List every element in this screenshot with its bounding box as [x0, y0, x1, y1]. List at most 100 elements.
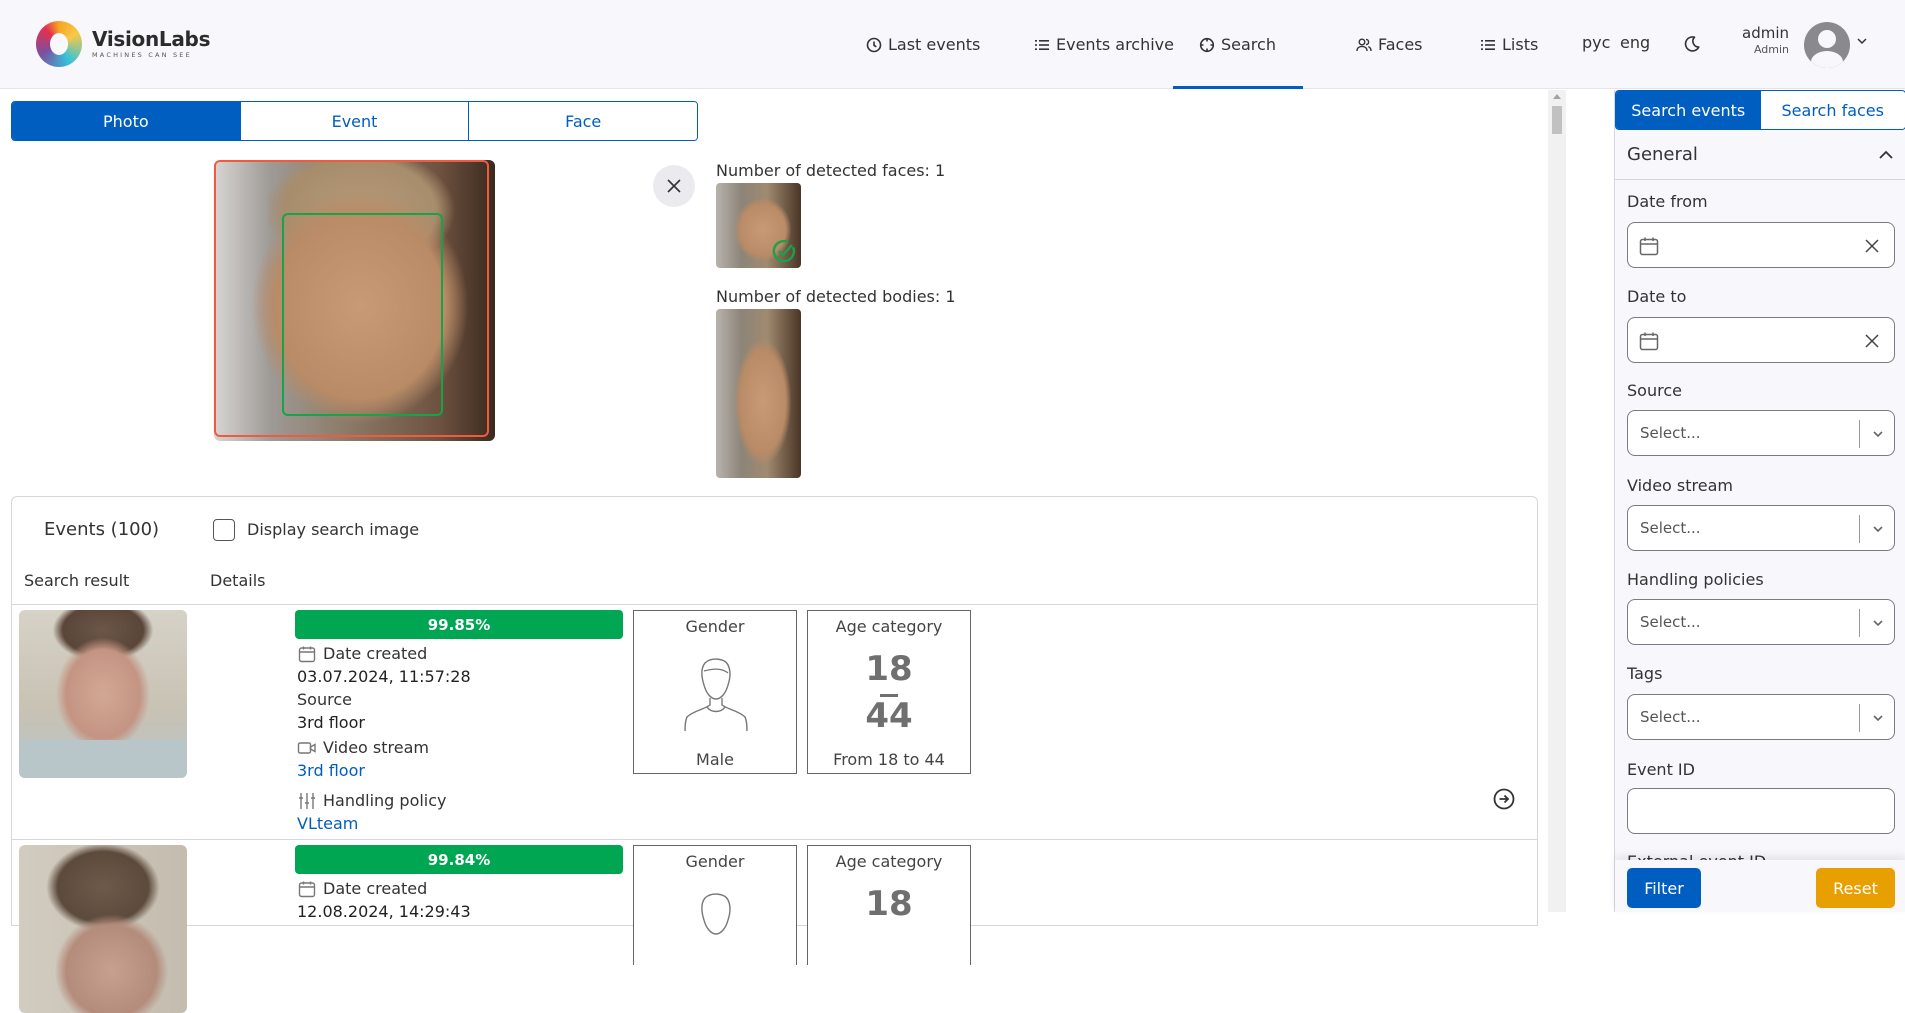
event-id-input[interactable]: [1627, 788, 1895, 834]
filter-button[interactable]: Filter: [1627, 868, 1701, 908]
user-info[interactable]: admin Admin: [1742, 24, 1789, 57]
lang-ru[interactable]: рус: [1582, 33, 1610, 52]
list-icon: [1034, 37, 1050, 53]
scroll-up-arrow[interactable]: [1553, 94, 1561, 99]
source-select[interactable]: Select...: [1627, 410, 1895, 456]
nav-events-archive[interactable]: Events archive: [1034, 0, 1174, 89]
display-search-image-checkbox[interactable]: [213, 519, 235, 541]
video-stream-link[interactable]: 3rd floor: [297, 760, 365, 782]
sliders-icon: [297, 791, 317, 811]
event-face-image[interactable]: [19, 845, 187, 1013]
date-to-label: Date to: [1627, 287, 1686, 306]
date-from-label: Date from: [1627, 192, 1708, 211]
nav-last-events[interactable]: Last events: [866, 0, 980, 89]
age-from: 18: [808, 884, 970, 924]
nav-faces[interactable]: Faces: [1356, 0, 1423, 89]
event-face-image[interactable]: [19, 610, 187, 778]
uploaded-photo: [214, 160, 495, 441]
tab-event[interactable]: Event: [241, 102, 470, 140]
video-stream-select[interactable]: Select...: [1627, 505, 1895, 551]
select-placeholder: Select...: [1640, 613, 1701, 631]
column-header-search-result: Search result: [24, 571, 129, 590]
tab-search-events[interactable]: Search events: [1616, 91, 1761, 129]
nav-search[interactable]: Search: [1173, 0, 1303, 89]
row-divider: [12, 839, 1537, 840]
crosshair-icon: [1199, 37, 1215, 53]
close-icon: [667, 179, 681, 193]
chevron-down-icon: [1871, 522, 1885, 536]
source-value: 3rd floor: [297, 712, 365, 734]
remove-photo-button[interactable]: [653, 165, 695, 207]
date-created-label: Date created: [297, 878, 427, 900]
handling-policies-select[interactable]: Select...: [1627, 599, 1895, 645]
calendar-icon: [1638, 330, 1660, 352]
row-divider: [12, 604, 1537, 605]
chevron-down-icon[interactable]: [1855, 34, 1869, 48]
arrow-right-circle-icon[interactable]: [1491, 786, 1517, 812]
main-scrollbar[interactable]: [1548, 90, 1566, 912]
brand-tagline: MACHINES CAN SEE: [92, 50, 210, 60]
similarity-score: 99.84%: [295, 845, 623, 874]
users-icon: [1356, 37, 1372, 53]
events-panel: Events (100) Display search image Search…: [11, 496, 1538, 926]
male-person-icon: [681, 890, 751, 966]
detected-body-thumbnail[interactable]: [716, 309, 801, 478]
age-title: Age category: [808, 852, 970, 871]
gender-card: Gender: [633, 845, 797, 965]
lang-en[interactable]: eng: [1620, 33, 1650, 52]
tab-search-faces[interactable]: Search faces: [1761, 91, 1905, 129]
logo-icon: [36, 21, 82, 67]
reset-button[interactable]: Reset: [1816, 868, 1895, 908]
age-from: 18: [808, 649, 970, 689]
user-role: Admin: [1742, 43, 1789, 57]
male-person-icon: [681, 655, 751, 731]
age-card: Age category 18: [807, 845, 971, 965]
clear-icon[interactable]: [1864, 238, 1880, 254]
calendar-icon: [297, 879, 317, 899]
general-section-header[interactable]: General: [1615, 130, 1905, 180]
date-to-input[interactable]: [1627, 317, 1895, 363]
video-stream-label: Video stream: [1627, 476, 1733, 495]
nav-label: Search: [1221, 35, 1276, 54]
clock-icon: [866, 37, 882, 53]
clear-icon[interactable]: [1864, 333, 1880, 349]
age-card: Age category 18 44 From 18 to 44: [807, 610, 971, 774]
video-stream-label: Video stream: [297, 737, 429, 759]
select-placeholder: Select...: [1640, 708, 1701, 726]
tags-label: Tags: [1627, 664, 1662, 683]
detected-face-thumbnail[interactable]: [716, 183, 801, 268]
age-to: 44: [808, 696, 970, 736]
tab-face[interactable]: Face: [469, 102, 697, 140]
scrollbar-thumb[interactable]: [1552, 106, 1562, 134]
select-placeholder: Select...: [1640, 424, 1701, 442]
moon-icon[interactable]: [1683, 35, 1701, 53]
nav-lists[interactable]: Lists: [1480, 0, 1538, 89]
search-mode-tabs: Photo Event Face: [11, 101, 698, 141]
handling-policy-label: Handling policy: [297, 790, 447, 812]
gender-value: Male: [634, 750, 796, 769]
similarity-score: 99.85%: [295, 610, 623, 639]
handling-policy-link[interactable]: VLteam: [297, 813, 358, 835]
gender-title: Gender: [634, 617, 796, 636]
source-label: Source: [297, 689, 352, 711]
calendar-icon: [1638, 235, 1660, 257]
chevron-up-icon: [1878, 147, 1894, 163]
detected-bodies-label: Number of detected bodies: 1: [716, 287, 956, 306]
events-title: Events (100): [44, 519, 159, 540]
gender-title: Gender: [634, 852, 796, 871]
age-range-text: From 18 to 44: [808, 750, 970, 769]
sidebar-footer: Filter Reset: [1615, 860, 1905, 912]
list-icon: [1480, 37, 1496, 53]
column-header-details: Details: [210, 571, 265, 590]
calendar-icon: [297, 644, 317, 664]
chevron-down-icon: [1871, 711, 1885, 725]
date-from-input[interactable]: [1627, 222, 1895, 268]
source-label: Source: [1627, 381, 1682, 400]
tags-select[interactable]: Select...: [1627, 694, 1895, 740]
select-placeholder: Select...: [1640, 519, 1701, 537]
tab-photo[interactable]: Photo: [12, 102, 241, 140]
chevron-down-icon: [1871, 616, 1885, 630]
brand-logo[interactable]: VisionLabs MACHINES CAN SEE: [36, 21, 210, 67]
avatar[interactable]: [1804, 22, 1850, 68]
date-created-value: 12.08.2024, 14:29:43: [297, 901, 471, 923]
